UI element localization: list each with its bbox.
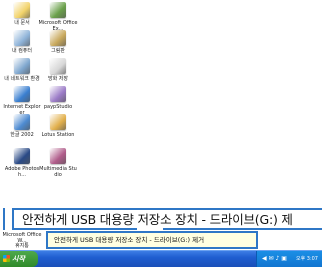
desktop-icon[interactable]: Lotus Station [38, 114, 78, 138]
desktop-icon[interactable]: Adobe Photosh... [2, 148, 42, 178]
desktop-icon-image [14, 30, 30, 46]
windows-logo-icon [3, 255, 10, 262]
desktop-icon-image [50, 2, 66, 18]
desktop-icon-image [14, 114, 30, 130]
start-button[interactable]: 시작 [0, 251, 38, 267]
desktop-icon[interactable]: 휴지통 [2, 243, 42, 249]
desktop-icon-image [14, 2, 30, 18]
desktop-icon-label: 내 네트워크 환경 [4, 76, 40, 82]
desktop-icon-label: 한글 2002 [10, 132, 34, 138]
start-button-label: 시작 [12, 255, 25, 263]
desktop-icon[interactable]: 내 컴퓨터 [2, 30, 42, 54]
desktop-icon[interactable]: 내 네트워크 환경 [2, 58, 42, 82]
desktop-icon[interactable]: Microsoft Office Ex... [38, 2, 78, 32]
desktop-icon[interactable]: 방화 저장 [38, 58, 78, 82]
desktop-icon[interactable]: 그림판 [38, 30, 78, 54]
desktop-icon[interactable]: Multimedia Studio [38, 148, 78, 178]
eject-tooltip-text: 안전하게 USB 대용량 저장소 장치 - 드라이브(G:) 제거 [54, 236, 205, 244]
usb-eject-callout-text: 안전하게 USB 대용량 저장소 장치 - 드라이브(G:) 제 [22, 212, 293, 227]
desktop-icon-label: 내 컴퓨터 [12, 48, 32, 54]
desktop-icon-image [50, 148, 66, 164]
taskbar: 시작 ◀ ✉ ♪ ▣ 오후 3:07 [0, 250, 322, 267]
callout-left-marker [0, 208, 5, 230]
desktop-icon[interactable]: 내 문서 [2, 2, 42, 26]
usb-eject-callout: 안전하게 USB 대용량 저장소 장치 - 드라이브(G:) 제 [12, 208, 322, 230]
desktop-icon-image [50, 30, 66, 46]
desktop-icon-image [50, 114, 66, 130]
desktop-icon[interactable]: paypStudio [38, 86, 78, 110]
desktop-icon-label: 그림판 [51, 48, 65, 54]
tray-icons[interactable]: ◀ ✉ ♪ ▣ [262, 255, 287, 262]
desktop-icon-label: Adobe Photosh... [4, 166, 40, 178]
desktop-icon-label: 휴지통 [15, 243, 29, 249]
desktop-icon-label: Multimedia Studio [39, 166, 77, 178]
desktop-icon-image [14, 148, 30, 164]
desktop-icon-label: 방화 저장 [48, 76, 68, 82]
desktop-icon-label: paypStudio [43, 104, 73, 110]
desktop-icon-image [14, 86, 30, 102]
desktop-icon-image [50, 58, 66, 74]
desktop-icon-image [50, 86, 66, 102]
desktop-icon[interactable]: 한글 2002 [2, 114, 42, 138]
desktop: 내 문서 Microsoft Office Ex... 내 컴퓨터 그림판내 네트워크… [0, 0, 322, 267]
eject-tooltip[interactable]: 안전하게 USB 대용량 저장소 장치 - 드라이브(G:) 제거 [46, 231, 258, 249]
desktop-icon-image [14, 58, 30, 74]
tray-clock[interactable]: 오후 3:07 [296, 255, 318, 262]
desktop-icon-label: 내 문서 [14, 20, 30, 26]
system-tray: ◀ ✉ ♪ ▣ 오후 3:07 [256, 251, 322, 267]
desktop-icon-label: Lotus Station [41, 132, 75, 138]
desktop-icon[interactable]: Internet Explorer [2, 86, 42, 116]
